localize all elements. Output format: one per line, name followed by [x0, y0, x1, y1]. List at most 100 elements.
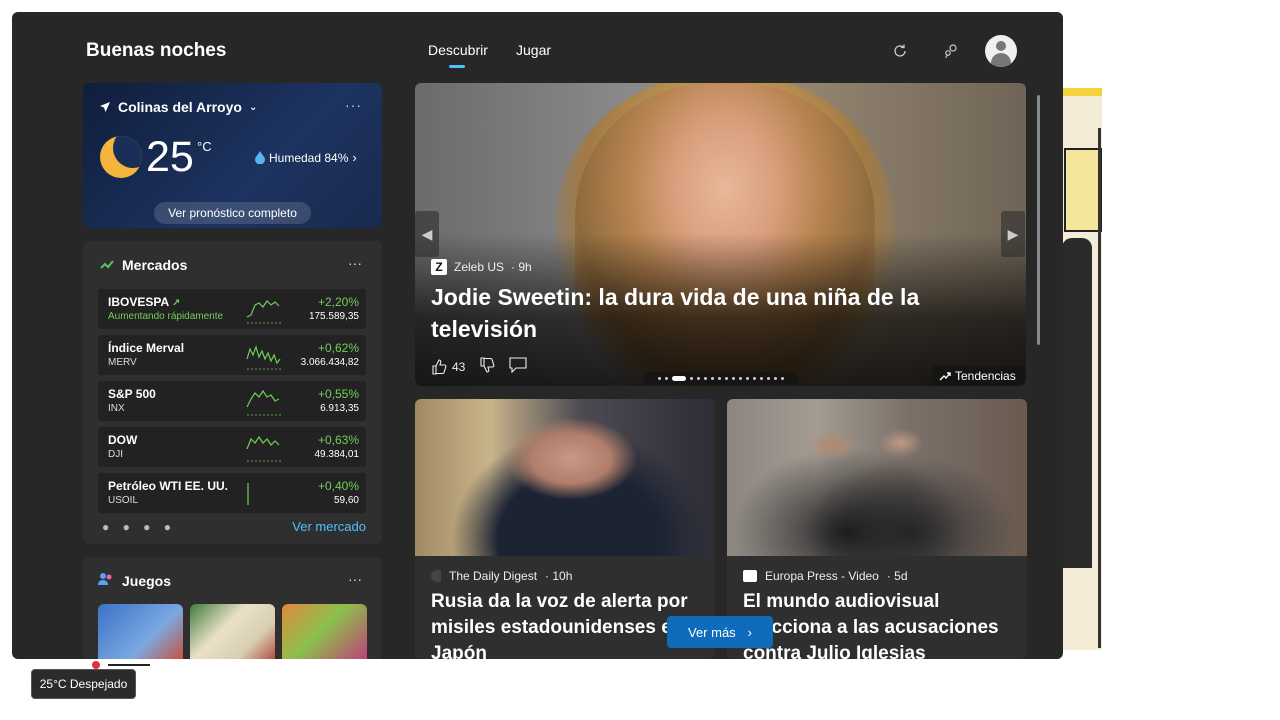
comment-button[interactable]: [509, 357, 527, 376]
stock-sparkline: [246, 300, 281, 324]
news-headline[interactable]: El mundo audiovisual reacciona a las acu…: [743, 589, 1019, 659]
hero-headline[interactable]: Jodie Sweetin: la dura vida de una niña …: [431, 281, 991, 345]
thumbs-up-icon: [432, 358, 447, 375]
game-tile-mahjong[interactable]: [190, 604, 275, 659]
weather-card[interactable]: Colinas del Arroyo ⌄ ··· 25 °C Humedad 8…: [83, 83, 382, 228]
stock-value: 3.066.434,82: [300, 357, 359, 368]
comment-icon: [509, 357, 527, 374]
markets-card: Mercados ··· IBOVESPA ↗ Aumentando rápid…: [83, 241, 382, 544]
trending-up-icon: [100, 258, 114, 273]
tab-descubrir[interactable]: Descubrir: [428, 42, 488, 58]
chevron-down-icon: ⌄: [248, 101, 258, 113]
stock-row[interactable]: Índice Merval MERV +0,62% 3.066.434,82: [98, 335, 366, 375]
greeting-title: Buenas noches: [86, 40, 227, 61]
stock-change: +0,40%: [317, 479, 359, 493]
stock-change: +0,63%: [317, 433, 359, 447]
news-image: [415, 399, 715, 556]
stock-change: +0,55%: [317, 387, 359, 401]
trend-up-icon: ↗: [172, 298, 181, 309]
source-logo-icon: [431, 570, 441, 582]
game-tile-solitaire[interactable]: [98, 604, 183, 659]
feed-settings-icon[interactable]: [941, 41, 961, 61]
stock-value: 49.384,01: [314, 449, 360, 460]
stock-row[interactable]: S&P 500 INX +0,55% 6.913,35: [98, 381, 366, 421]
weather-more-button[interactable]: ···: [345, 97, 362, 113]
news-headline[interactable]: Rusia da la voz de alerta por misiles es…: [431, 589, 707, 659]
games-more-button[interactable]: ···: [348, 571, 362, 587]
trending-badge: Tendencias: [932, 366, 1023, 386]
trending-label: Tendencias: [955, 369, 1016, 383]
source-logo-icon: Z: [431, 259, 447, 275]
stock-sparkline: [247, 483, 249, 505]
hero-source: Z Zeleb US · 9h: [431, 259, 532, 275]
carousel-next-button[interactable]: ▶: [1001, 211, 1025, 257]
see-more-button[interactable]: Ver más ›: [667, 616, 773, 648]
news-source: The Daily Digest · 10h: [431, 569, 572, 583]
stock-subtitle: Aumentando rápidamente: [108, 311, 224, 322]
stock-value: 175.589,35: [308, 311, 359, 322]
widgets-panel: Buenas noches Descubrir Jugar Colinas de…: [12, 12, 1063, 659]
stock-row[interactable]: Petróleo WTI EE. UU. USOIL +0,40% 59,60: [98, 473, 366, 513]
stock-change: +0,62%: [317, 341, 359, 355]
feed-scrollbar[interactable]: [1037, 95, 1040, 345]
markets-pager[interactable]: ● ● ● ●: [102, 520, 176, 534]
dislike-button[interactable]: [479, 357, 495, 376]
thumbs-down-icon: [480, 357, 495, 373]
stock-subtitle: MERV: [108, 357, 137, 368]
tab-jugar[interactable]: Jugar: [516, 42, 551, 58]
hero-actions: 43: [431, 357, 527, 376]
stock-change: +2,20%: [317, 295, 359, 309]
weather-location[interactable]: Colinas del Arroyo ⌄: [99, 99, 257, 115]
markets-title: Mercados: [122, 257, 188, 273]
water-drop-icon: [255, 151, 265, 164]
games-card: Juegos ···: [83, 557, 382, 659]
stock-row[interactable]: IBOVESPA ↗ Aumentando rápidamente +2,20%…: [98, 289, 366, 329]
humidity-text: Humedad 84%: [269, 150, 349, 165]
news-age: · 10h: [545, 569, 573, 583]
source-logo-icon: [743, 570, 757, 582]
stock-subtitle: DJI: [108, 449, 123, 460]
chevron-right-icon: ›: [352, 150, 357, 165]
stock-sparkline: [246, 435, 281, 462]
see-more-label: Ver más: [687, 624, 736, 640]
background-comic-image: [1062, 88, 1102, 650]
stock-name: DOW: [108, 433, 138, 447]
taskbar-weather-button[interactable]: 25°C Despejado: [31, 669, 136, 699]
news-image: [727, 399, 1027, 556]
humidity-link[interactable]: Humedad 84% ›: [255, 150, 357, 165]
hero-age: · 9h: [511, 260, 532, 274]
news-source: Europa Press - Video · 5d: [743, 569, 908, 583]
stock-sparkline: [246, 389, 281, 416]
hero-story-card[interactable]: ◀ ▶ Z Zeleb US · 9h Jodie Sweetin: la du…: [415, 83, 1026, 386]
full-forecast-button[interactable]: Ver pronóstico completo: [154, 202, 311, 224]
markets-more-button[interactable]: ···: [348, 255, 362, 271]
carousel-prev-button[interactable]: ◀: [415, 211, 439, 257]
stock-value: 59,60: [333, 495, 359, 506]
like-button[interactable]: 43: [431, 358, 466, 375]
stock-sparkline: [246, 345, 281, 370]
stock-value: 6.913,35: [320, 403, 359, 414]
temperature-unit: °C: [197, 139, 212, 154]
hero-source-name: Zeleb US: [454, 260, 505, 274]
news-age: · 5d: [886, 569, 908, 583]
carousel-indicator[interactable]: [644, 372, 798, 384]
games-people-icon: [98, 572, 114, 589]
moon-icon: [100, 136, 142, 178]
temperature-value: 25: [146, 133, 194, 181]
stock-name: Petróleo WTI EE. UU.: [108, 479, 229, 493]
profile-avatar[interactable]: [985, 35, 1017, 67]
game-tile-puzzle[interactable]: [282, 604, 367, 659]
stock-subtitle: USOIL: [108, 495, 139, 506]
stock-subtitle: INX: [108, 403, 125, 414]
see-market-link[interactable]: Ver mercado: [292, 519, 366, 534]
taskbar-indicator: [108, 664, 150, 666]
like-count: 43: [452, 359, 466, 374]
active-tab-indicator: [449, 65, 465, 68]
location-arrow-icon: [100, 102, 110, 112]
refresh-icon[interactable]: [890, 41, 910, 61]
stock-row[interactable]: DOW DJI +0,63% 49.384,01: [98, 427, 366, 467]
location-name: Colinas del Arroyo: [118, 99, 242, 115]
stock-name: IBOVESPA ↗: [108, 295, 181, 309]
stock-name: S&P 500: [108, 387, 156, 401]
stock-name: Índice Merval: [108, 341, 185, 355]
